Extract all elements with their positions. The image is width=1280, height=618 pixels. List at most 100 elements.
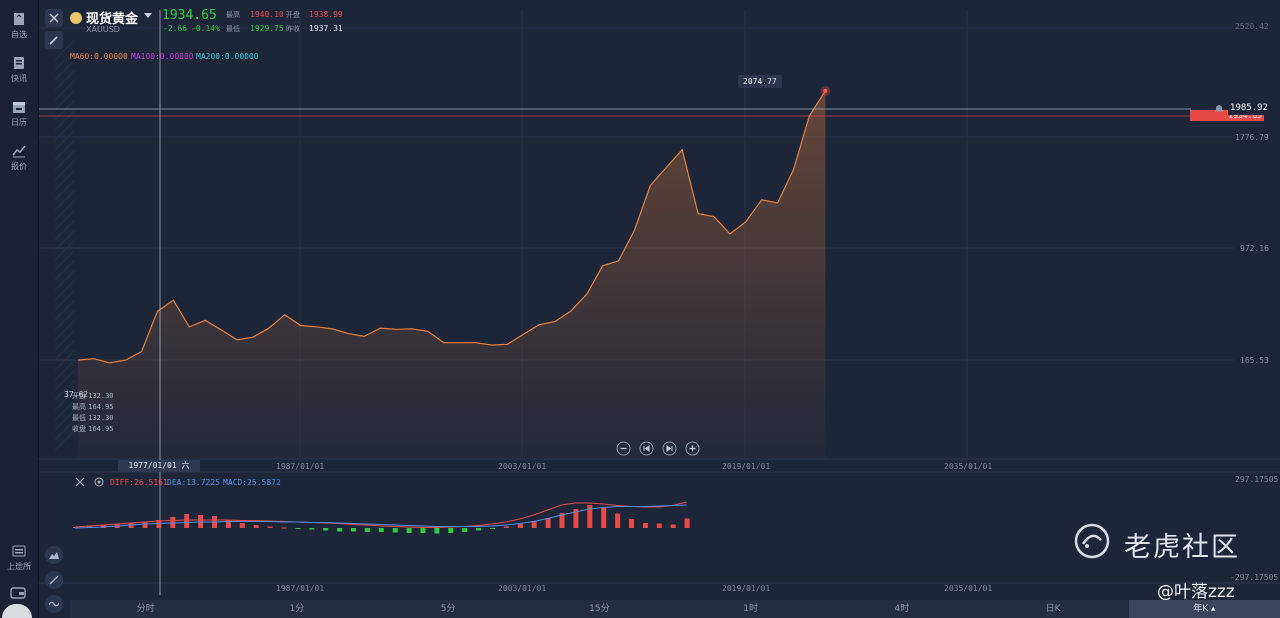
macd-bar [629, 519, 634, 528]
close-indicator-icon[interactable] [75, 477, 85, 487]
mountain-tool-button[interactable] [45, 546, 63, 564]
tooltip-open-label: 开盘 [72, 392, 86, 400]
wallet-icon[interactable] [10, 586, 26, 600]
low-value: 1929.75 [250, 24, 284, 33]
keyboard-icon [12, 545, 26, 557]
price-axis-label: 165.53 [1240, 356, 1269, 365]
sidebar-item-label: 报价 [11, 162, 27, 171]
date-cursor-tag: 1977/01/01 六 [118, 460, 200, 472]
macd-bar [142, 522, 148, 528]
price-axis-label: 2520.42 [1235, 22, 1269, 31]
draw-tool-button[interactable] [45, 31, 63, 49]
hatch-line [54, 59, 76, 81]
tooltip-open-value: 132.30 [88, 392, 114, 400]
macd-bar [267, 526, 273, 528]
last-price: 1934.65 [162, 8, 217, 23]
tab-timeframe[interactable]: 4时 [826, 600, 977, 618]
macd-bar [642, 523, 648, 528]
hatch-line [54, 319, 76, 341]
macd-bar [601, 508, 607, 528]
zoom-out-icon[interactable] [616, 441, 631, 456]
macd-bar [670, 524, 676, 528]
macd-date-label: 2035/01/01 [944, 584, 993, 593]
high-value: 1940.10 [250, 10, 284, 19]
tooltip-close-label: 收盘 [72, 425, 86, 433]
macd-bar [323, 528, 329, 531]
hatch-line [54, 69, 76, 91]
hatch-line [54, 139, 76, 161]
sidebar-item-label: 快讯 [11, 74, 27, 83]
price-change: -2.66 [163, 24, 188, 33]
hatch-line [54, 229, 76, 251]
macd-bar [253, 525, 259, 528]
hatch-line [54, 169, 76, 191]
open-value: 1938.99 [309, 10, 343, 19]
macd-bar [295, 528, 301, 529]
hatch-line [54, 329, 76, 351]
hatch-line [54, 309, 76, 331]
skip-start-icon[interactable] [639, 441, 654, 456]
macd-bar [434, 528, 440, 534]
macd-bar [615, 513, 621, 528]
tab-timeframe-active[interactable]: 年K ▴ [1128, 600, 1280, 618]
zoom-in-icon[interactable] [685, 441, 700, 456]
line-tool-button[interactable] [45, 571, 63, 589]
hatch-line [54, 199, 76, 221]
macd-bar [503, 526, 509, 528]
chart-line-icon [12, 145, 26, 158]
macd-date-label: 2003/01/01 [498, 584, 547, 593]
watermark-text: 老虎社区 [1124, 532, 1240, 563]
tab-timeframe[interactable]: 分时 [70, 600, 221, 618]
line-draw-icon [49, 575, 59, 585]
peak-point [823, 88, 828, 93]
hatch-line [54, 249, 76, 271]
hatch-line [54, 159, 76, 181]
tooltip-close-value: 164.95 [88, 425, 114, 433]
settings-icon[interactable] [94, 477, 104, 487]
hatch-line [54, 269, 76, 291]
sidebar-item-exchange[interactable]: 上途所 [0, 544, 38, 572]
hatch-line [54, 109, 76, 131]
high-label: 最高 [226, 11, 240, 19]
ma60-legend: MA60:0.00000 [70, 52, 128, 61]
hatch-line [54, 259, 76, 281]
skip-end-icon[interactable] [662, 441, 677, 456]
crosshair-price-tag: 1985.92 [1228, 102, 1270, 115]
hatch-line [54, 299, 76, 321]
macd-bar [545, 518, 551, 528]
tab-timeframe[interactable]: 1时 [675, 600, 826, 618]
macd-bar [184, 514, 190, 528]
macd-bar [378, 528, 384, 532]
sidebar-item-news[interactable]: 快讯 [0, 56, 38, 84]
date-axis-label: 1987/01/01 [276, 462, 325, 471]
macd-bar [281, 527, 287, 529]
macd-bar [448, 528, 454, 533]
sidebar-item-calendar[interactable]: 日历 [0, 100, 38, 128]
sidebar-item-quotes[interactable]: 报价 [0, 144, 38, 172]
macd-bar [392, 528, 398, 533]
date-axis-label: 2035/01/01 [944, 462, 993, 471]
bell-icon[interactable] [1214, 103, 1224, 113]
macd-bar [490, 528, 495, 529]
ma200-legend: MA200:0.00000 [196, 52, 259, 61]
left-sidebar: 自选 快讯 日历 报价 上途所 [0, 0, 39, 618]
tab-timeframe[interactable]: 15分 [524, 600, 675, 618]
tab-timeframe[interactable]: 1分 [221, 600, 372, 618]
news-icon [14, 57, 24, 69]
chevron-down-icon[interactable] [144, 13, 152, 19]
prev-close-value: 1937.31 [309, 24, 343, 33]
sidebar-item-watchlist[interactable]: 自选 [0, 12, 38, 40]
close-chart-button[interactable] [45, 9, 63, 27]
indicator-tool-button[interactable] [45, 595, 63, 613]
sidebar-item-label: 日历 [11, 118, 27, 127]
macd-axis-top: 297.17505 [1235, 475, 1279, 484]
ohlc-tooltip: 开盘 132.30 最高 164.95 最低 132.30 收盘 164.95 [72, 391, 114, 435]
tab-timeframe[interactable]: 日K [978, 600, 1129, 618]
avatar[interactable] [2, 604, 32, 618]
tab-timeframe[interactable]: 5分 [373, 600, 524, 618]
hatch-line [54, 289, 76, 311]
instrument-symbol: XAUUSD [86, 25, 120, 34]
pencil-icon [49, 36, 58, 45]
macd-bar [309, 528, 315, 530]
open-label: 开盘 [286, 11, 300, 19]
